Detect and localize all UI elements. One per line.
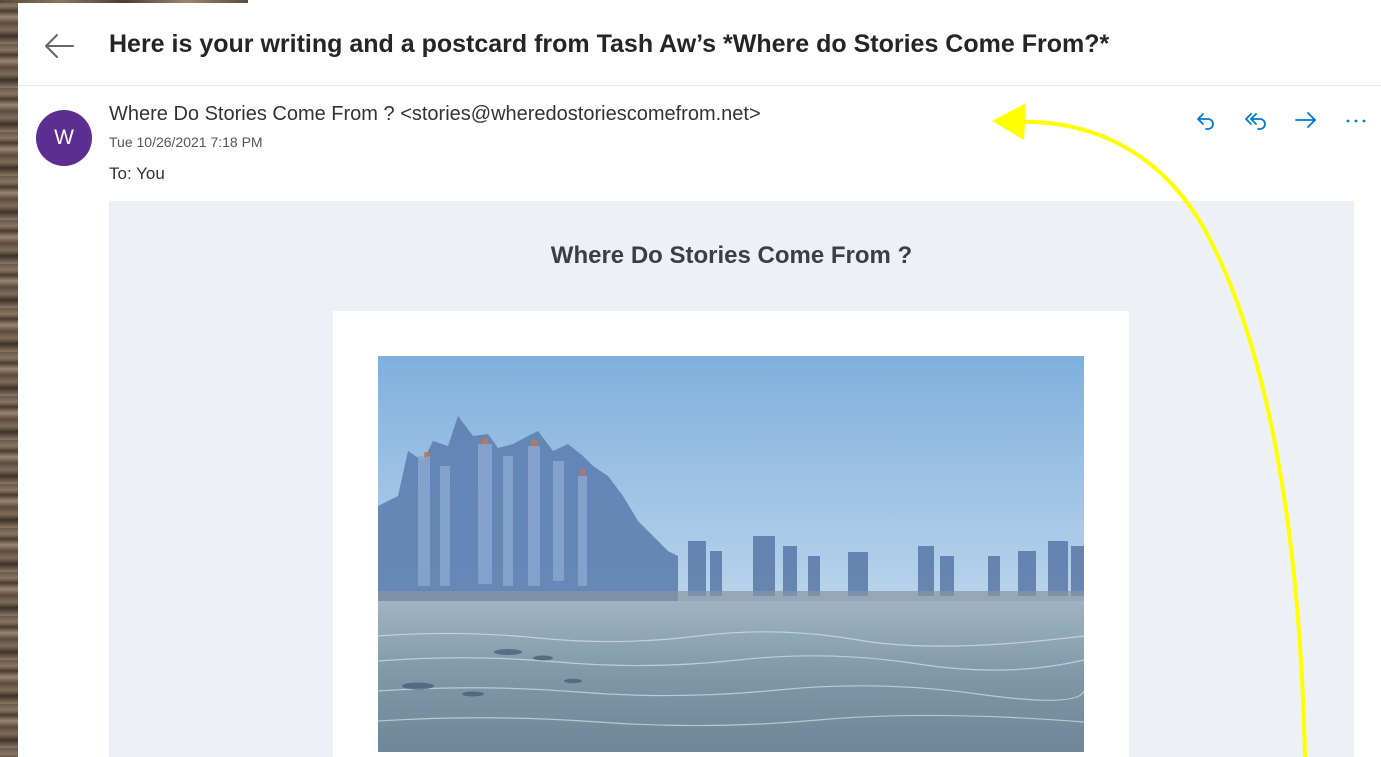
newsletter-title: Where Do Stories Come From ?: [550, 242, 913, 269]
postcard-image[interactable]: [378, 356, 1084, 752]
reply-icon: [1194, 108, 1218, 137]
postcard-card: [333, 311, 1129, 757]
more-options-button[interactable]: [1338, 107, 1374, 137]
email-date: Tue 10/26/2021 7:18 PM: [109, 134, 263, 150]
reply-all-button[interactable]: [1238, 107, 1274, 137]
reply-all-icon: [1243, 108, 1269, 137]
sender-name-address[interactable]: Where Do Stories Come From ? <stories@wh…: [109, 103, 761, 126]
email-reading-pane: Here is your writing and a postcard from…: [18, 3, 1381, 757]
forward-button[interactable]: [1288, 107, 1324, 137]
back-arrow-icon[interactable]: [42, 31, 76, 61]
screenshot-stage: Here is your writing and a postcard from…: [0, 0, 1381, 757]
desktop-wood-background: [0, 0, 18, 757]
message-actions: [1188, 107, 1374, 137]
reply-button[interactable]: [1188, 107, 1224, 137]
more-options-icon: [1344, 108, 1368, 137]
email-body: Where Do Stories Come From ?: [109, 201, 1354, 757]
email-subject: Here is your writing and a postcard from…: [109, 30, 1110, 58]
sender-avatar[interactable]: W: [36, 110, 92, 166]
forward-icon: [1293, 108, 1319, 137]
subject-bar: Here is your writing and a postcard from…: [18, 3, 1381, 86]
recipient-line: To: You: [109, 164, 165, 183]
